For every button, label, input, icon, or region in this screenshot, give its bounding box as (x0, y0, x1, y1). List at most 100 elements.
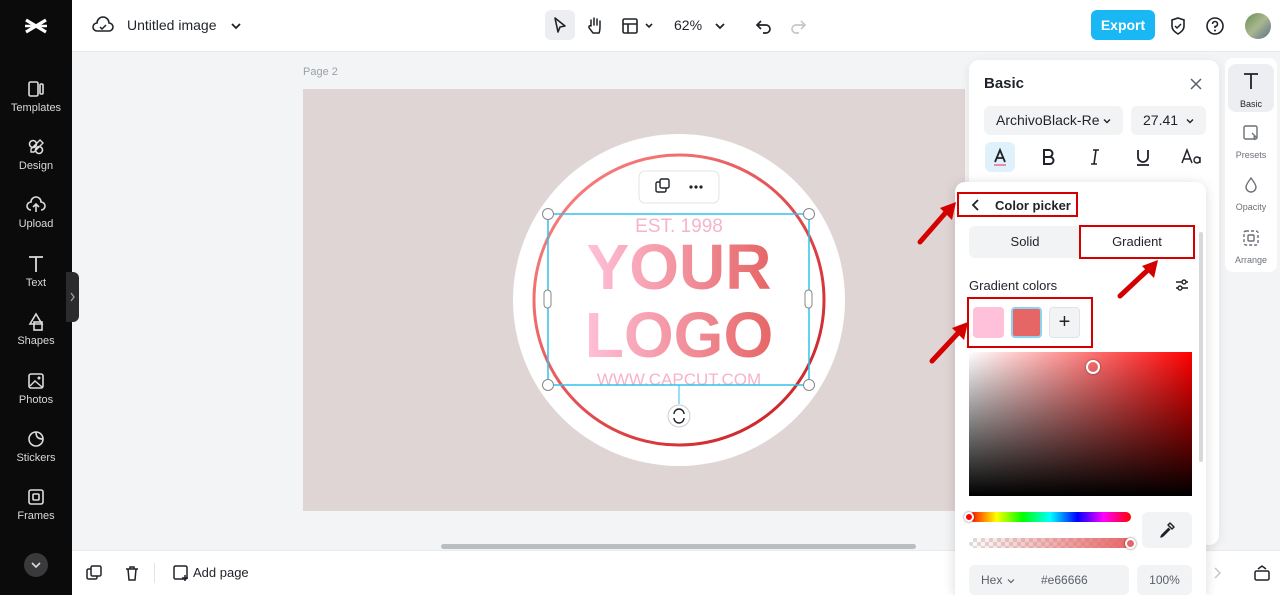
zoom-level[interactable]: 62% (674, 17, 702, 33)
hex-input[interactable]: #e66666 (1041, 573, 1088, 587)
shield-icon[interactable] (1166, 14, 1190, 38)
photos-icon (28, 373, 44, 389)
sidebar-item-frames[interactable]: Frames (0, 482, 72, 534)
help-icon[interactable] (1203, 14, 1227, 38)
eyedropper-button[interactable] (1142, 512, 1192, 548)
sidebar-collapse-handle[interactable] (66, 272, 79, 322)
avatar[interactable] (1245, 13, 1271, 39)
more-tools-button[interactable] (24, 553, 48, 577)
hex-input-row: Hex #e66666 (969, 565, 1129, 595)
font-family-select[interactable]: ArchivoBlack-Re (984, 106, 1123, 135)
chevron-down-icon[interactable] (637, 14, 661, 38)
sidebar-item-label: Shapes (17, 335, 55, 347)
add-page-icon[interactable] (171, 563, 191, 583)
underline-button[interactable] (1128, 142, 1158, 172)
gradient-swatches: + (967, 297, 1093, 348)
text-color-button[interactable] (985, 142, 1015, 172)
alpha-slider[interactable] (969, 538, 1131, 548)
rail-item-arrange[interactable]: Arrange (1228, 223, 1274, 271)
sidebar-item-label: Frames (17, 510, 55, 522)
chevron-right-icon[interactable] (1207, 563, 1227, 583)
saturation-value-handle[interactable] (1086, 360, 1100, 374)
font-family-value: ArchivoBlack-Re (996, 112, 1100, 128)
alpha-slider-handle[interactable] (1125, 538, 1136, 549)
resize-handle[interactable] (803, 379, 815, 391)
sidebar-item-shapes[interactable]: Shapes (0, 307, 72, 359)
cursor-icon (554, 17, 566, 33)
export-button[interactable]: Export (1091, 10, 1155, 40)
annotation-arrow (917, 202, 956, 245)
sidebar-item-photos[interactable]: Photos (0, 366, 72, 418)
font-size-select[interactable]: 27.41 (1131, 106, 1206, 135)
undo-icon[interactable] (752, 14, 776, 38)
more-options-icon[interactable] (689, 185, 703, 189)
text-case-icon (1181, 147, 1201, 164)
rail-item-opacity[interactable]: Opacity (1228, 170, 1274, 218)
text-case-button[interactable] (1176, 142, 1206, 172)
hue-slider[interactable] (969, 512, 1131, 522)
redo-icon[interactable] (786, 14, 810, 38)
page-panel-icon[interactable] (1252, 563, 1272, 583)
tab-solid[interactable]: Solid (969, 226, 1081, 258)
cloud-sync-icon[interactable] (91, 14, 115, 38)
select-tool-button[interactable] (545, 10, 575, 40)
chevron-down-icon (31, 562, 41, 569)
bold-button[interactable] (1033, 142, 1063, 172)
tab-gradient[interactable]: Gradient (1079, 225, 1195, 259)
text-color-icon (994, 147, 1006, 166)
color-picker-back-button[interactable]: Color picker (957, 192, 1078, 217)
fill-type-tabs: Solid Gradient (969, 225, 1195, 259)
resize-handle[interactable] (803, 208, 815, 220)
italic-button[interactable] (1080, 142, 1110, 172)
hue-slider-handle[interactable] (964, 512, 974, 522)
rail-item-label: Arrange (1234, 255, 1268, 265)
gradient-colors-label: Gradient colors (969, 278, 1058, 293)
sidebar-item-text[interactable]: Text (0, 249, 72, 301)
font-size-value: 27.41 (1143, 112, 1179, 128)
gradient-stop-swatch-selected[interactable] (1011, 307, 1042, 338)
close-icon[interactable] (1187, 75, 1205, 93)
sidebar-item-label: Design (18, 160, 54, 172)
resize-handle[interactable] (542, 208, 554, 220)
add-gradient-stop-button[interactable]: + (1049, 307, 1080, 338)
resize-handle[interactable] (543, 289, 552, 309)
logo-your-text: YOUR (587, 231, 772, 303)
frames-icon (28, 489, 44, 505)
bold-icon (1043, 149, 1055, 165)
saturation-value-area[interactable] (969, 352, 1192, 496)
sidebar-item-upload[interactable]: Upload (0, 190, 72, 242)
rail-item-label: Presets (1235, 150, 1267, 160)
chevron-down-icon[interactable] (708, 14, 732, 38)
color-picker-title: Color picker (995, 198, 1071, 213)
arrange-icon (1243, 230, 1259, 246)
chevron-down-icon[interactable] (224, 14, 248, 38)
panel-title: Basic (984, 75, 1025, 92)
horizontal-scrollbar[interactable] (441, 544, 916, 549)
resize-handle[interactable] (542, 379, 554, 391)
color-mode-select[interactable]: Hex (981, 573, 1002, 587)
duplicate-page-icon[interactable] (84, 563, 104, 583)
gradient-stop-swatch[interactable] (973, 307, 1004, 338)
picker-scrollbar[interactable] (1199, 232, 1203, 462)
design-canvas[interactable]: EST. 1998 YOUR LOGO WWW.CAPCUT.COM (303, 89, 965, 511)
hand-tool-icon[interactable] (583, 14, 607, 38)
chevron-down-icon (1007, 579, 1015, 584)
resize-handle[interactable] (804, 289, 813, 309)
document-title[interactable]: Untitled image (127, 17, 217, 33)
page-label: Page 2 (303, 66, 338, 78)
opacity-input[interactable]: 100% (1137, 565, 1192, 595)
text-icon (29, 256, 43, 272)
sidebar-item-design[interactable]: Design (0, 132, 72, 184)
add-page-button[interactable]: Add page (193, 565, 249, 580)
sidebar-item-stickers[interactable]: Stickers (0, 424, 72, 476)
rail-item-presets[interactable]: Presets (1228, 118, 1274, 166)
rail-item-basic[interactable]: Basic (1228, 64, 1274, 112)
sidebar-item-templates[interactable]: Templates (0, 74, 72, 126)
chevron-left-icon (971, 199, 979, 211)
trash-icon[interactable] (122, 563, 142, 583)
left-sidebar: Templates Design Upload Text Shapes Phot… (0, 0, 79, 595)
top-toolbar: Untitled image 62% Export (72, 0, 1280, 52)
templates-icon (28, 81, 44, 97)
gradient-settings-icon[interactable] (1173, 276, 1191, 294)
design-icon (28, 139, 44, 155)
